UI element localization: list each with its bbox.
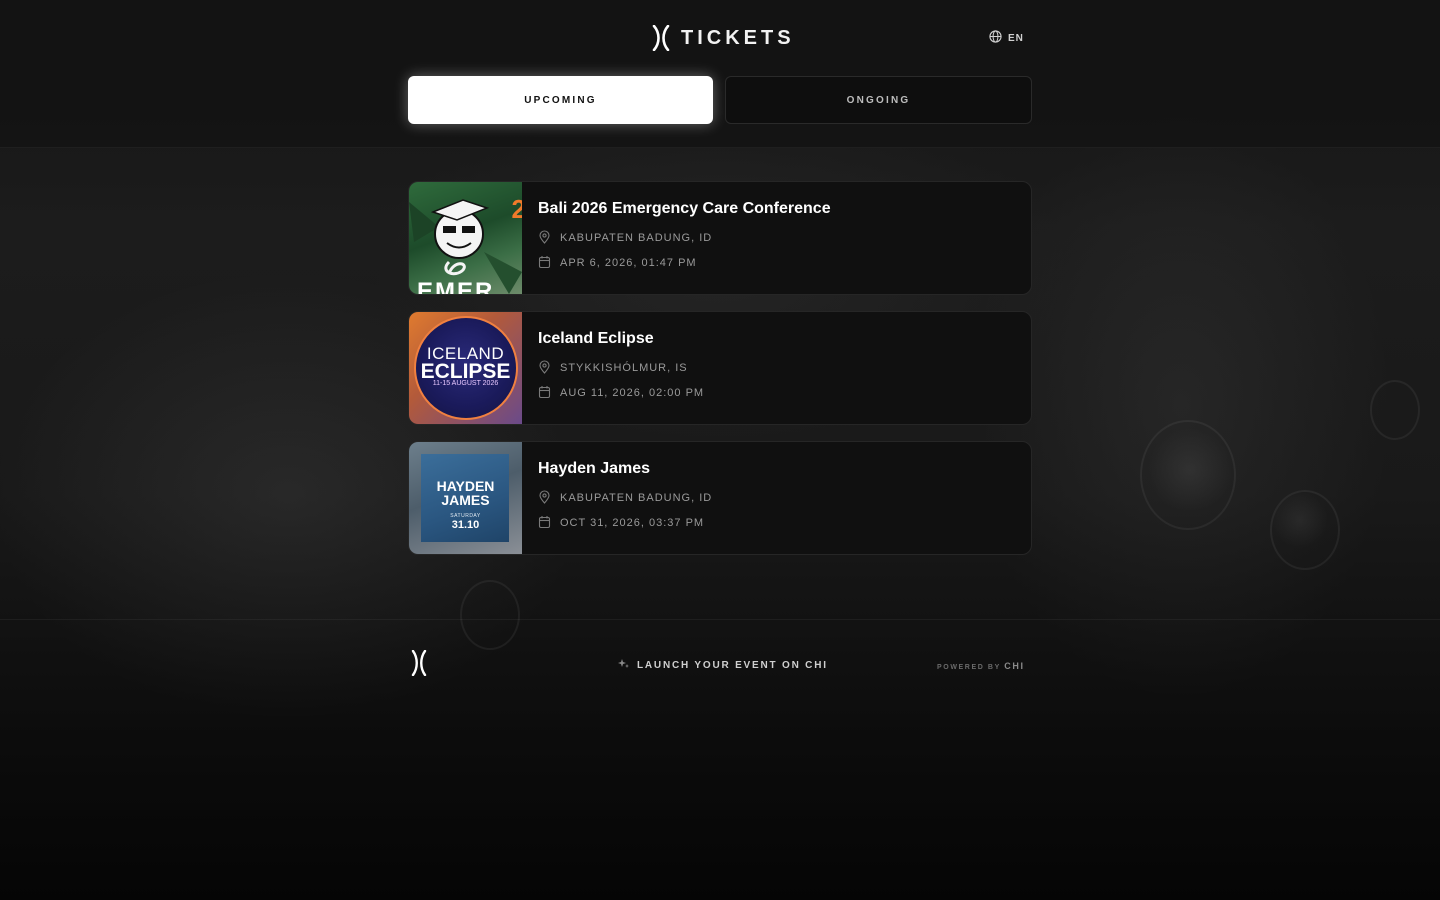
event-name: Iceland Eclipse bbox=[538, 330, 654, 347]
powered-by-label: POWERED BY bbox=[937, 664, 1001, 671]
event-date: OCT 31, 2026, 03:37 PM bbox=[538, 515, 712, 532]
chi-logo-icon bbox=[651, 25, 671, 51]
event-thumbnail: HAYDEN JAMES SATURDAY 31.10 bbox=[409, 442, 522, 554]
calendar-icon bbox=[538, 515, 551, 532]
event-date-text: AUG 11, 2026, 02:00 PM bbox=[560, 387, 705, 399]
powered-by-brand: CHI bbox=[1004, 661, 1025, 671]
event-location: STYKKISHÓLMUR, IS bbox=[538, 359, 704, 377]
event-thumbnail: ICELAND ECLIPSE 11-15 AUGUST 2026 bbox=[409, 312, 522, 424]
chi-logo-icon bbox=[410, 649, 428, 680]
thumb-text: 2 bbox=[512, 194, 522, 225]
powered-by[interactable]: POWERED BY CHI bbox=[937, 661, 1025, 671]
globe-icon bbox=[989, 30, 1002, 46]
event-date: AUG 11, 2026, 02:00 PM bbox=[538, 385, 705, 402]
event-date-text: APR 6, 2026, 01:47 PM bbox=[560, 257, 697, 269]
language-label: EN bbox=[1008, 32, 1024, 44]
event-card[interactable]: ICELAND ECLIPSE 11-15 AUGUST 2026 Icelan… bbox=[408, 311, 1032, 425]
language-selector[interactable]: EN bbox=[989, 30, 1024, 46]
location-pin-icon bbox=[538, 489, 551, 507]
tab-upcoming[interactable]: UPCOMING bbox=[408, 76, 713, 124]
event-location-text: STYKKISHÓLMUR, IS bbox=[560, 362, 688, 374]
launch-event-label: LAUNCH YOUR EVENT ON CHI bbox=[637, 660, 828, 671]
launch-event-link[interactable]: LAUNCH YOUR EVENT ON CHI bbox=[618, 658, 828, 673]
thumb-text-bottom: EMER bbox=[417, 278, 495, 294]
thumb-date: 31.10 bbox=[451, 519, 480, 531]
event-date: APR 6, 2026, 01:47 PM bbox=[538, 255, 831, 272]
event-location: KABUPATEN BADUNG, ID bbox=[538, 489, 713, 507]
brand[interactable]: TICKETS bbox=[651, 24, 795, 52]
event-location-text: KABUPATEN BADUNG, ID bbox=[560, 232, 713, 244]
event-name: Bali 2026 Emergency Care Conference bbox=[538, 200, 831, 217]
event-thumbnail: 2 EMER bbox=[409, 182, 522, 294]
calendar-icon bbox=[538, 255, 551, 272]
event-date-text: OCT 31, 2026, 03:37 PM bbox=[560, 517, 705, 529]
event-card[interactable]: 2 EMER Bali 2026 Emergency Care Conferen… bbox=[408, 181, 1032, 295]
calendar-icon bbox=[538, 385, 551, 402]
thumb-subtitle: 11-15 AUGUST 2026 bbox=[432, 380, 499, 387]
thumb-title: JAMES bbox=[441, 492, 490, 508]
location-pin-icon bbox=[538, 229, 551, 247]
event-card[interactable]: HAYDEN JAMES SATURDAY 31.10 Hayden James… bbox=[408, 441, 1032, 555]
event-name: Hayden James bbox=[538, 460, 651, 477]
footer-logo[interactable] bbox=[410, 649, 428, 681]
brand-title: TICKETS bbox=[681, 26, 795, 49]
tab-ongoing[interactable]: ONGOING bbox=[725, 76, 1032, 124]
event-location-text: KABUPATEN BADUNG, ID bbox=[560, 492, 713, 504]
top-header: TICKETS EN UPCOMING ONGOING bbox=[0, 0, 1440, 148]
footer-divider bbox=[0, 619, 1440, 620]
event-location: KABUPATEN BADUNG, ID bbox=[538, 229, 831, 247]
event-tabs: UPCOMING ONGOING bbox=[408, 76, 1032, 124]
sparkle-icon bbox=[618, 658, 630, 673]
location-pin-icon bbox=[538, 359, 551, 377]
